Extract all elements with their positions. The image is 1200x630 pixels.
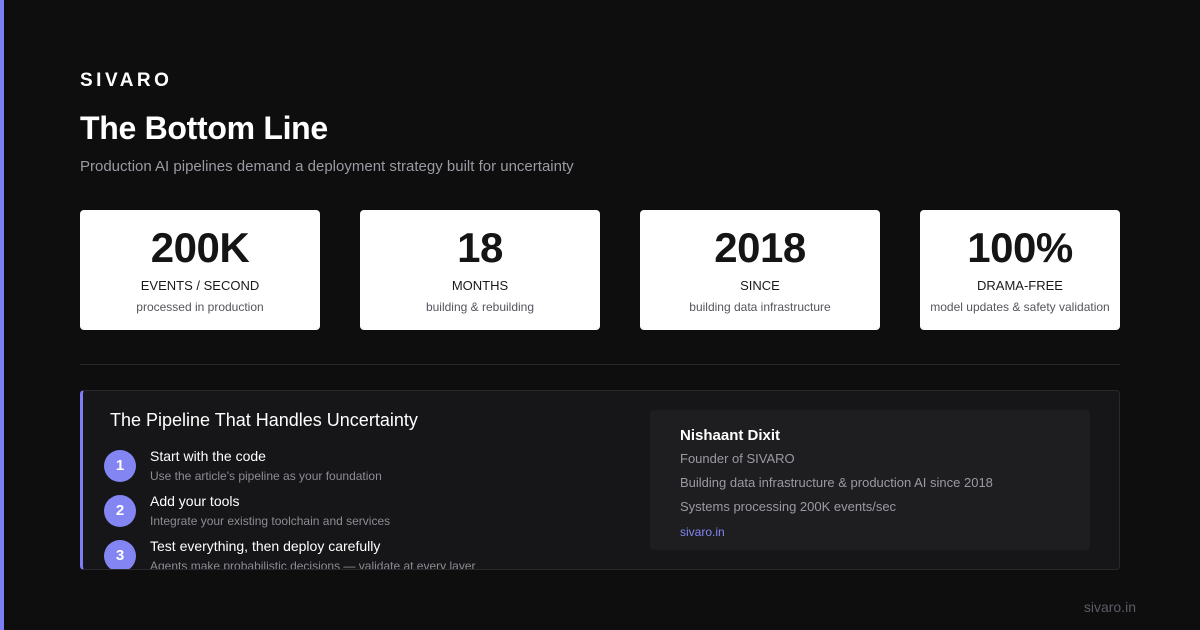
- stat-description: building & rebuilding: [425, 300, 535, 314]
- footer-website: sivaro.in: [1083, 599, 1136, 615]
- brand-logo: SIVARO: [80, 70, 173, 91]
- page-subtitle: Production AI pipelines demand a deploym…: [80, 158, 574, 175]
- author-name: Nishaant Dixit: [680, 427, 781, 444]
- stat-value: 2018: [714, 224, 806, 271]
- author-bio-line: Systems processing 200K events/sec: [680, 499, 897, 514]
- section-divider: [80, 364, 1120, 365]
- left-accent-bar: [0, 0, 4, 630]
- stat-label: EVENTS / SECOND: [140, 278, 260, 293]
- author-bio-line: Building data infrastructure & productio…: [680, 475, 993, 490]
- stat-card-months: 18 MONTHS building & rebuilding: [360, 210, 600, 330]
- author-card: Nishaant Dixit Founder of SIVARO Buildin…: [650, 410, 1090, 550]
- stat-value: 200K: [150, 224, 250, 271]
- stat-description: building data infrastructure: [689, 300, 831, 314]
- stat-card-drama-free: 100% DRAMA-FREE model updates & safety v…: [920, 210, 1120, 330]
- page-title: The Bottom Line: [80, 110, 328, 146]
- stat-label: SINCE: [740, 278, 780, 293]
- step-description: Use the article's pipeline as your found…: [150, 469, 382, 483]
- pipeline-panel: The Pipeline That Handles Uncertainty 1 …: [80, 390, 1120, 570]
- stats-row: 200K EVENTS / SECOND processed in produc…: [80, 210, 1120, 330]
- step-number-badge: 2: [104, 495, 136, 527]
- stat-description: processed in production: [136, 300, 264, 314]
- step-description: Integrate your existing toolchain and se…: [150, 514, 391, 528]
- step-number-badge: 3: [104, 540, 136, 569]
- author-role: Founder of SIVARO: [680, 451, 795, 466]
- stat-value: 100%: [967, 224, 1073, 271]
- step-title: Test everything, then deploy carefully: [150, 538, 381, 554]
- stat-card-events: 200K EVENTS / SECOND processed in produc…: [80, 210, 320, 330]
- stat-card-since: 2018 SINCE building data infrastructure: [640, 210, 880, 330]
- step-title: Add your tools: [150, 493, 240, 509]
- stat-label: DRAMA-FREE: [977, 278, 1063, 293]
- author-website-link[interactable]: sivaro.in: [680, 525, 725, 539]
- step-title: Start with the code: [150, 448, 266, 464]
- stat-value: 18: [457, 224, 503, 271]
- stat-description: model updates & safety validation: [930, 300, 1110, 314]
- step-number-badge: 1: [104, 450, 136, 482]
- stat-label: MONTHS: [451, 278, 509, 293]
- slide: SIVARO The Bottom Line Production AI pip…: [0, 0, 1200, 630]
- step-description: Agents make probabilistic decisions — va…: [150, 559, 476, 570]
- pipeline-title: The Pipeline That Handles Uncertainty: [110, 410, 418, 430]
